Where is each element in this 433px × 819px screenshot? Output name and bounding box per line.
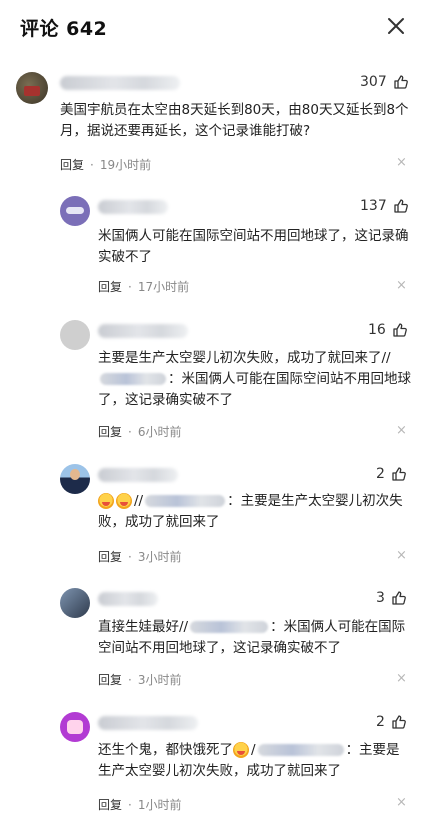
avatar[interactable] — [60, 464, 90, 494]
reply-button[interactable]: 回复 — [98, 796, 122, 813]
timestamp: 17小时前 — [137, 280, 190, 294]
comment-text-part: // — [134, 493, 144, 509]
timestamp: 6小时前 — [137, 425, 182, 439]
reply-button[interactable]: 回复 — [98, 671, 122, 688]
comment-meta: 回复 · 17小时前 — [98, 278, 189, 295]
timestamp: 3小时前 — [137, 550, 182, 564]
username[interactable] — [98, 324, 188, 338]
username[interactable] — [98, 200, 168, 214]
comment-text: 主要是生产太空婴儿初次失败，成功了就回来了//：米国俩人可能在国际空间站不用回地… — [98, 348, 413, 411]
comment-meta: 回复 · 3小时前 — [98, 548, 181, 565]
username[interactable] — [60, 76, 180, 90]
thumbs-up-icon — [393, 323, 407, 337]
dismiss-x-icon[interactable]: × — [396, 155, 407, 170]
avatar[interactable] — [60, 320, 90, 350]
timestamp: 3小时前 — [137, 673, 182, 687]
comment-text: 还生个鬼，都快饿死了 / ：主要是生产太空婴儿初次失败，成功了就回来了 — [98, 740, 413, 782]
username[interactable] — [98, 716, 198, 730]
comment-text: //：主要是生产太空婴儿初次失败，成功了就回来了 — [98, 491, 413, 533]
like-button[interactable]: 3 — [376, 590, 407, 606]
comment-meta: 回复 · 1小时前 — [98, 796, 181, 813]
separator-dot: · — [128, 279, 132, 294]
like-count: 3 — [376, 590, 385, 606]
comment-meta: 回复 · 3小时前 — [98, 671, 181, 688]
comment-text: 美国宇航员在太空由8天延长到80天，由80天又延长到8个月，据说还要再延长，这个… — [60, 102, 409, 139]
dismiss-x-icon[interactable]: × — [396, 795, 407, 810]
comment-text-part: 还生个鬼，都快饿死了 — [98, 742, 233, 758]
comment-text-part: 主要是生产太空婴儿初次失败，成功了就回来了// — [98, 350, 391, 366]
dismiss-x-icon[interactable]: × — [396, 548, 407, 563]
mention-username[interactable] — [257, 744, 344, 756]
comment-meta: 回复 · 19小时前 — [60, 156, 151, 173]
like-count: 2 — [376, 466, 385, 482]
like-button[interactable]: 16 — [368, 322, 408, 338]
like-count: 16 — [368, 322, 386, 338]
mention-username[interactable] — [100, 373, 166, 385]
like-count: 2 — [376, 714, 385, 730]
dismiss-x-icon[interactable]: × — [396, 423, 407, 438]
thumbs-up-icon — [392, 715, 406, 729]
dismiss-x-icon[interactable]: × — [396, 671, 407, 686]
comment-text-part: ：主要是生产太空婴儿初次失败，成功了就回来了 — [98, 493, 403, 530]
like-button[interactable]: 307 — [360, 74, 409, 90]
like-button[interactable]: 2 — [376, 714, 407, 730]
comment-text: 直接生娃最好//：米国俩人可能在国际空间站不用回地球了，这记录确实破不了 — [98, 617, 413, 659]
separator-dot: · — [128, 424, 132, 439]
dismiss-x-icon[interactable]: × — [396, 278, 407, 293]
thumbs-up-icon — [392, 591, 406, 605]
timestamp: 19小时前 — [99, 158, 152, 172]
laughing-emoji-icon — [98, 493, 114, 509]
separator-dot: · — [128, 672, 132, 687]
avatar[interactable] — [16, 72, 48, 104]
like-count: 307 — [360, 74, 387, 90]
reply-button[interactable]: 回复 — [98, 423, 122, 440]
comments-title: 评论 642 — [20, 18, 108, 40]
username[interactable] — [98, 592, 158, 606]
timestamp: 1小时前 — [137, 798, 182, 812]
laughing-emoji-icon — [116, 493, 132, 509]
separator-dot: · — [128, 549, 132, 564]
reply-button[interactable]: 回复 — [98, 548, 122, 565]
like-button[interactable]: 2 — [376, 466, 407, 482]
comment-text: 米国俩人可能在国际空间站不用回地球了，这记录确实破不了 — [98, 228, 409, 265]
reply-button[interactable]: 回复 — [98, 278, 122, 295]
like-count: 137 — [360, 198, 387, 214]
thumbs-up-icon — [394, 75, 408, 89]
comment-text-part: 直接生娃最好// — [98, 619, 189, 635]
like-button[interactable]: 137 — [360, 198, 409, 214]
mention-username[interactable] — [145, 495, 226, 507]
comment-text-part: / — [251, 742, 256, 758]
thumbs-up-icon — [394, 199, 408, 213]
username[interactable] — [98, 468, 178, 482]
avatar[interactable] — [60, 712, 90, 742]
laughing-emoji-icon — [233, 742, 249, 758]
separator-dot: · — [128, 797, 132, 812]
mention-username[interactable] — [190, 621, 269, 633]
thumbs-up-icon — [392, 467, 406, 481]
avatar[interactable] — [60, 588, 90, 618]
comment-meta: 回复 · 6小时前 — [98, 423, 181, 440]
avatar[interactable] — [60, 196, 90, 226]
comments-header: 评论 642 — [0, 0, 433, 56]
reply-button[interactable]: 回复 — [60, 156, 84, 173]
close-icon[interactable] — [385, 15, 407, 37]
separator-dot: · — [90, 157, 94, 172]
